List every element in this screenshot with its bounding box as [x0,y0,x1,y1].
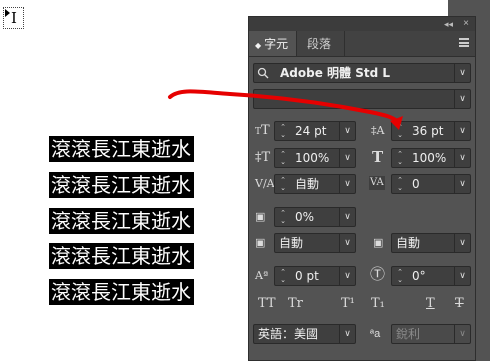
text-line-5-wrap[interactable]: 滾滾長江東逝水 [49,279,194,305]
chevron-down-icon[interactable]: ∨ [339,149,355,167]
rotation-field[interactable]: ⌃ ⌄ 0° ∨ [391,266,471,286]
rotation-value: 0° [412,269,426,283]
character-rotation-icon: Ⓣ [370,265,386,283]
leading-value: 36 pt [412,124,444,138]
horizontal-scale-field[interactable]: ⌃ ⌄ 100% ∨ [391,148,471,168]
baseline-shift-value: 0 pt [295,269,319,283]
chevron-down-icon[interactable]: ∨ [454,122,470,140]
text-line-1[interactable]: 滾滾長江東逝水 [49,136,194,162]
kerning-value: 自動 [295,177,320,191]
antialias-value: 銳利 [396,327,421,341]
tsume-field[interactable]: ⌃ ⌄ 0% ∨ [274,207,356,227]
chevron-down-icon[interactable]: ∨ [454,325,470,343]
baseline-shift-field[interactable]: ⌃ ⌄ 0 pt ∨ [274,266,356,286]
panel-title-bar[interactable]: ◂◂ × [249,17,475,31]
tab-character[interactable]: ◆ 字元 [249,31,297,56]
collapse-icon[interactable]: ◂◂ [444,17,453,31]
tab-paragraph[interactable]: 段落 [297,31,345,56]
tracking-value: 0 [412,177,420,191]
font-family-dropdown[interactable]: Adobe 明體 Std L ∨ [253,63,471,83]
ibeam-icon: I [11,9,17,27]
font-size-value: 24 pt [295,124,327,138]
kerning-field[interactable]: ⌃ ⌄ 自動 ∨ [274,174,356,194]
tab-grip-icon: ◆ [255,41,262,50]
corner-triangle-icon [5,9,10,17]
chevron-down-icon[interactable]: ∨ [454,267,470,285]
font-size-icon: TT [255,123,270,138]
aki-right-icon: ▣ [373,236,384,249]
font-size-field[interactable]: ⌃ ⌄ 24 pt ∨ [274,121,356,141]
tsume-icon: ▣ [255,210,266,223]
strikethrough-button[interactable]: T [455,297,464,311]
font-style-dropdown[interactable]: ∨ [253,89,471,109]
chevron-down-icon[interactable]: ∨ [454,90,470,108]
stepper-icon[interactable]: ⌃ ⌄ [395,123,405,139]
panel-menu-icon[interactable] [459,38,469,47]
chevron-down-icon[interactable]: ∨ [454,234,470,252]
text-line-4-wrap[interactable]: 滾滾長江東逝水 [49,243,194,269]
font-family-value: Adobe 明體 Std L [280,66,390,80]
text-line-4[interactable]: 滾滾長江東逝水 [49,243,194,269]
aki-right-dropdown[interactable]: 自動 ∨ [391,233,471,253]
chevron-down-icon[interactable]: ∨ [339,325,355,343]
close-icon[interactable]: × [463,17,469,31]
tab-character-label: 字元 [264,37,289,51]
chevron-down-icon[interactable]: ∨ [454,149,470,167]
text-line-2[interactable]: 滾滾長江東逝水 [49,172,194,198]
tab-paragraph-label: 段落 [307,37,332,51]
horizontal-scale-value: 100% [412,151,447,165]
aki-left-value: 自動 [279,236,304,250]
chevron-down-icon[interactable]: ∨ [339,267,355,285]
tracking-icon: VA [369,176,385,190]
tracking-field[interactable]: ⌃ ⌄ 0 ∨ [391,174,471,194]
superscript-button[interactable]: T¹ [341,297,355,311]
tsume-value: 0% [295,210,315,224]
chevron-down-icon[interactable]: ∨ [454,64,470,82]
chevron-down-icon[interactable]: ∨ [339,175,355,193]
language-dropdown[interactable]: 英語：美國 ∨ [253,324,356,344]
subscript-button[interactable]: T₁ [371,297,385,311]
text-line-3-wrap[interactable]: 滾滾長江東逝水 [49,208,194,234]
antialias-dropdown[interactable]: 銳利 ∨ [391,324,471,344]
text-line-2-wrap[interactable]: 滾滾長江東逝水 [49,172,194,198]
search-icon [257,67,269,79]
all-caps-button[interactable]: TT [258,297,276,311]
type-tool-cursor: I [3,7,24,29]
stepper-icon[interactable]: ⌃ ⌄ [395,150,405,166]
horizontal-scale-icon: T [372,148,384,166]
chevron-down-icon[interactable]: ∨ [454,175,470,193]
stepper-icon[interactable]: ⌃ ⌄ [278,176,288,192]
panel-tabs: ◆ 字元 段落 [249,31,475,57]
kerning-icon: V/A [255,177,275,190]
aki-left-dropdown[interactable]: 自動 ∨ [274,233,356,253]
underline-button[interactable]: T [426,297,435,311]
stepper-icon[interactable]: ⌃ ⌄ [278,123,288,139]
stepper-icon[interactable]: ⌃ ⌄ [278,150,288,166]
stepper-icon[interactable]: ⌃ ⌄ [395,268,405,284]
chevron-down-icon[interactable]: ∨ [339,234,355,252]
text-line-5[interactable]: 滾滾長江東逝水 [49,279,194,305]
language-value: 英語：美國 [258,327,319,341]
chevron-down-icon[interactable]: ∨ [339,208,355,226]
small-caps-button[interactable]: Tr [288,297,303,311]
leading-icon: ‡A [371,124,385,137]
vertical-scale-value: 100% [295,151,330,165]
aki-left-icon: ▣ [255,236,266,249]
text-line-3[interactable]: 滾滾長江東逝水 [49,208,194,234]
vertical-scale-field[interactable]: ⌃ ⌄ 100% ∨ [274,148,356,168]
stepper-icon[interactable]: ⌃ ⌄ [278,209,288,225]
leading-field[interactable]: ⌃ ⌄ 36 pt ∨ [391,121,471,141]
aki-right-value: 自動 [396,236,421,250]
text-line-1-wrap[interactable]: 滾滾長江東逝水 [49,136,194,162]
baseline-shift-icon: Aª [255,269,269,282]
antialias-icon: ªa [370,328,381,340]
stepper-icon[interactable]: ⌃ ⌄ [278,268,288,284]
chevron-down-icon[interactable]: ∨ [339,122,355,140]
vertical-scale-icon: ‡T [255,150,271,165]
stepper-icon[interactable]: ⌃ ⌄ [395,176,405,192]
